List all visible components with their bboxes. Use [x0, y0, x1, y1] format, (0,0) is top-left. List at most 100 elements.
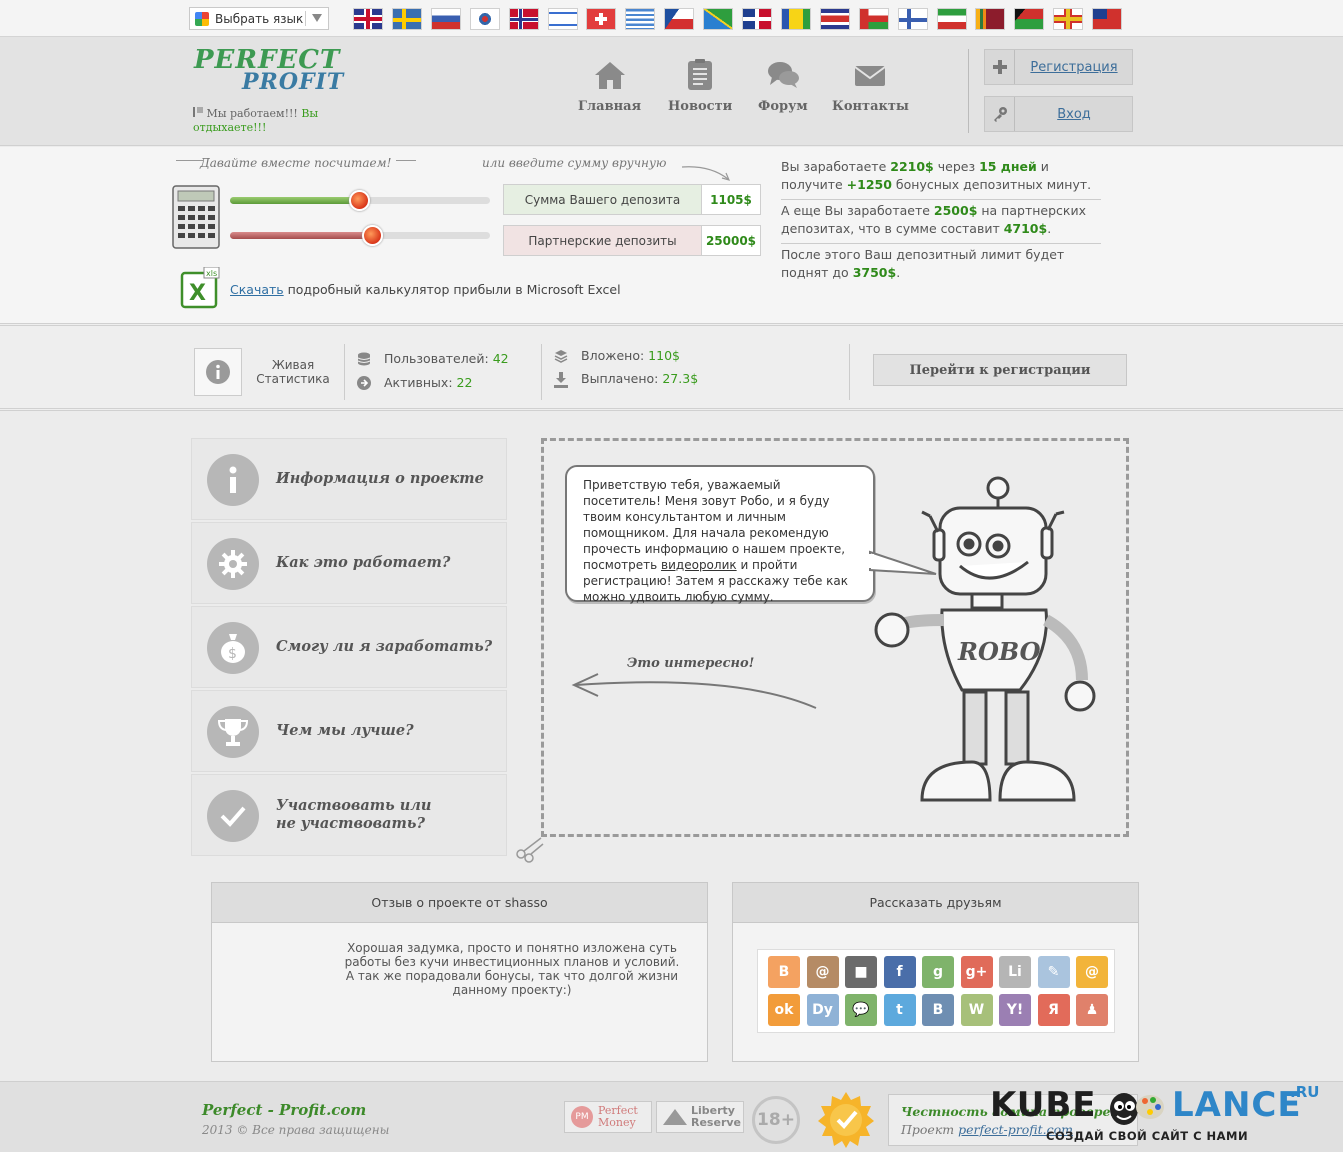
google-icon	[195, 11, 209, 26]
menu-item-how-it-works[interactable]: Как это работает?	[191, 522, 507, 604]
liberty-reserve-icon	[663, 1109, 687, 1125]
flag-finland-icon[interactable]	[897, 8, 928, 30]
moikrug-icon[interactable]: ♟	[1076, 994, 1108, 1026]
diary-icon[interactable]: Dy	[806, 994, 839, 1026]
register-button[interactable]: Регистрация	[984, 49, 1133, 85]
flag-sweden-icon[interactable]	[391, 8, 422, 30]
logo-line2: PROFIT	[242, 69, 345, 95]
yahoo-icon[interactable]: Y!	[999, 994, 1031, 1026]
partner-slider-handle[interactable]	[362, 225, 383, 246]
partner-value[interactable]: 25000$	[701, 226, 760, 255]
linkedin-icon[interactable]: Li	[999, 956, 1031, 988]
flag-norway-icon[interactable]	[508, 8, 539, 30]
kubelance-watermark: KUBE LANCE .RU СОЗДАЙ СВОЙ САЙТ С НАМИ	[990, 1083, 1322, 1149]
livejournal-icon[interactable]: ✎	[1037, 956, 1070, 988]
flag-vanuatu-icon[interactable]	[1014, 8, 1045, 30]
arrow-left-icon	[571, 673, 817, 709]
invested-label: Вложено:	[581, 348, 649, 363]
nav-home[interactable]: Главная	[578, 59, 641, 114]
delicious-icon[interactable]: ■	[845, 956, 877, 988]
menu-item-can-i-earn[interactable]: $ Смогу ли я заработать?	[191, 606, 507, 688]
nav-forum[interactable]: Форум	[758, 59, 808, 114]
flag-taiwan-icon[interactable]	[1092, 8, 1123, 30]
calc-hint-left: Давайте вместе посчитаем!	[200, 156, 392, 170]
flag-russia-icon[interactable]	[430, 8, 461, 30]
deposit-value[interactable]: 1105$	[701, 185, 760, 214]
footer-site-name[interactable]: Perfect - Profit.com	[202, 1101, 366, 1119]
deposit-slider[interactable]	[230, 190, 490, 211]
chat-icon[interactable]: 💬	[845, 994, 877, 1026]
layers-icon	[554, 350, 568, 363]
download-link[interactable]: Скачать	[230, 282, 284, 297]
nav-news[interactable]: Новости	[668, 59, 732, 114]
chevron-down-icon	[312, 14, 322, 22]
site-header: PERFECT PROFIT Мы работаем!!! Вы отдыхае…	[0, 36, 1343, 146]
deposit-field[interactable]: Сумма Вашего депозита 1105$	[503, 184, 761, 215]
blogger-icon[interactable]: B	[768, 956, 800, 988]
flag-south-korea-icon[interactable]	[469, 8, 500, 30]
email-icon[interactable]: @	[1076, 956, 1108, 988]
flag-switzerland-icon[interactable]	[586, 8, 617, 30]
flag-uk-icon[interactable]	[353, 8, 383, 30]
flag-solomon-islands-icon[interactable]	[703, 8, 734, 30]
perfect-money-badge[interactable]: PM Perfect Money	[564, 1101, 652, 1133]
menu-item-why-better-label: Чем мы лучше?	[276, 722, 414, 739]
flag-saint-vincent-icon[interactable]	[780, 8, 811, 30]
flag-guernsey-icon[interactable]	[1053, 8, 1084, 30]
profit-calculator: Давайте вместе посчитаем! или введите су…	[0, 147, 1343, 323]
robot-chest-text: ROBO	[957, 637, 1041, 666]
svg-text:xls: xls	[206, 269, 217, 278]
flag-oman-icon[interactable]	[858, 8, 889, 30]
menu-item-participate-label: Участвовать или не участвовать?	[276, 797, 432, 832]
odnoklassniki-icon[interactable]: ok	[768, 994, 800, 1026]
language-select-label: Выбрать язык	[215, 11, 304, 26]
yandex-icon[interactable]: Я	[1037, 994, 1070, 1026]
live-stats: Живая Статистика Пользователей: 42 Актив…	[0, 323, 1343, 411]
wordpress-icon[interactable]: W	[960, 994, 993, 1026]
svg-text:X: X	[189, 281, 206, 306]
nav-contacts[interactable]: Контакты	[832, 59, 909, 114]
flag-czech-icon[interactable]	[664, 8, 695, 30]
flag-greece-icon[interactable]	[625, 8, 656, 30]
mailru-icon[interactable]: @	[806, 956, 839, 988]
partner-field[interactable]: Партнерские депозиты 25000$	[503, 225, 761, 256]
twitter-icon[interactable]: t	[883, 994, 916, 1026]
arrow-right-icon	[357, 376, 371, 390]
menu-item-can-i-earn-label: Смогу ли я заработать?	[276, 638, 493, 655]
liberty-reserve-badge[interactable]: Liberty Reserve	[656, 1101, 744, 1133]
flag-icon	[193, 107, 203, 117]
slogan-part1: Мы работаем!!!	[206, 107, 302, 120]
google-icon[interactable]: g	[922, 956, 954, 988]
deposit-label: Сумма Вашего депозита	[524, 192, 681, 207]
flag-israel-icon[interactable]	[547, 8, 578, 30]
flag-costa-rica-icon[interactable]	[819, 8, 850, 30]
video-link[interactable]: видеоролик	[661, 558, 737, 572]
language-select[interactable]: Выбрать язык	[189, 7, 329, 30]
flag-sri-lanka-icon[interactable]	[975, 8, 1006, 30]
google-plus-icon[interactable]: g+	[960, 956, 993, 988]
login-button[interactable]: Вход	[984, 96, 1133, 132]
menu-item-participate[interactable]: Участвовать или не участвовать?	[191, 774, 507, 856]
age-restriction-badge: 18+	[752, 1096, 800, 1144]
deposit-slider-handle[interactable]	[349, 190, 370, 211]
scissors-icon	[516, 837, 544, 863]
key-icon	[985, 97, 1015, 131]
watermark-subtitle: СОЗДАЙ СВОЙ САЙТ С НАМИ	[1046, 1129, 1249, 1143]
go-to-registration-button[interactable]: Перейти к регистрации	[873, 354, 1127, 386]
excel-icon: X xls	[180, 266, 220, 309]
summary-value: 4710$	[1003, 221, 1048, 236]
summary-value: 2500$	[933, 203, 978, 218]
mascot-icon	[1110, 1093, 1164, 1125]
menu-item-about-label: Информация о проекте	[276, 470, 484, 487]
flag-iran-icon[interactable]	[936, 8, 967, 30]
flag-dominican-republic-icon[interactable]	[742, 8, 772, 30]
watermark-ru: .RU	[1290, 1083, 1320, 1101]
vkontakte-icon[interactable]: B	[922, 994, 954, 1026]
share-icons: B @ ■ f g g+ Li ✎ @ ok Dy 💬 t B W Y! Я ♟	[757, 949, 1115, 1033]
partner-slider[interactable]	[230, 225, 490, 246]
summary-text: через	[933, 159, 980, 174]
facebook-icon[interactable]: f	[883, 956, 916, 988]
menu-item-why-better[interactable]: Чем мы лучше?	[191, 690, 507, 772]
users-value: 42	[492, 351, 509, 366]
menu-item-about[interactable]: Информация о проекте	[191, 438, 507, 520]
